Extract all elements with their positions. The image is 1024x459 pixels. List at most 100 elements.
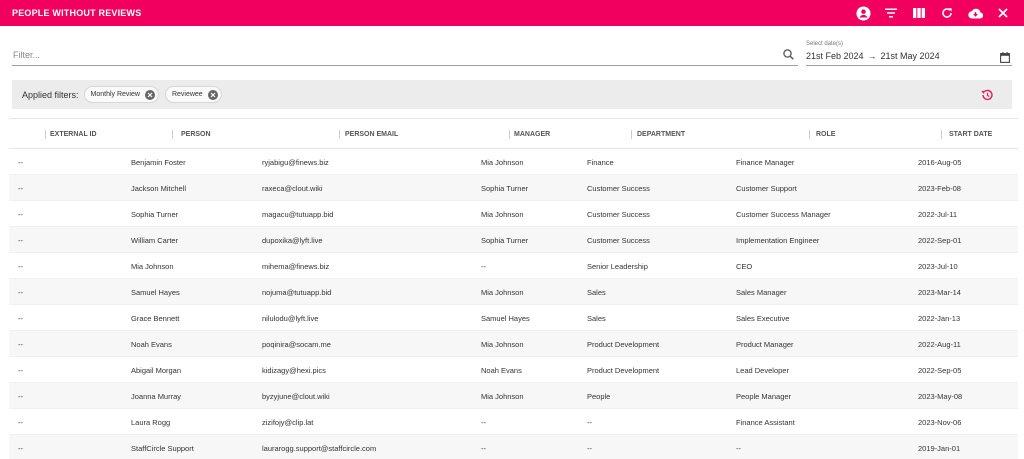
table-row[interactable]: -- Samuel Hayes nojuma@tutuapp.bid Mia John… [9,279,1018,305]
table-row[interactable]: -- Abigail Morgan kidizagy@hexi.pics Noah E… [9,357,1018,383]
filter-chip-label: Monthly Review [90,91,140,98]
column-separator[interactable] [339,130,340,139]
reset-filters-button[interactable] [980,88,994,102]
cell-person: Joanna Murray [131,392,182,401]
cell-person: Laura Rogg [131,418,171,427]
cell-external-id: -- [18,366,23,375]
close-icon [998,8,1008,18]
table-row[interactable]: -- Jackson Mitchell raxeca@clout.wiki Sophi… [9,175,1018,201]
column-separator[interactable] [941,130,942,139]
cloud-download-icon [967,8,983,19]
cell-external-id: -- [18,392,23,401]
cell-manager: Mia Johnson [481,340,524,349]
close-icon [210,92,216,97]
cell-department: Customer Success [587,236,650,245]
table-row[interactable]: -- Laura Rogg zizifojy@clip.lat -- -- Finance… [9,409,1018,435]
cell-role: Product Manager [736,340,794,349]
download-button[interactable] [966,4,984,22]
cell-role: Finance Assistant [736,418,795,427]
column-header-start-date[interactable]: START DATE [949,131,992,138]
table-row[interactable]: -- Mia Johnson mihema@finews.biz -- Senior L… [9,253,1018,279]
cell-email: ryjabigu@finews.biz [262,158,329,167]
cell-email: mihema@finews.biz [262,262,330,271]
cell-department: Sales [587,314,606,323]
columns-button[interactable] [910,4,928,22]
columns-icon [913,8,925,18]
column-header-person[interactable]: PERSON [181,131,211,138]
cell-department: -- [587,444,592,453]
filter-chip-reviewee[interactable]: Reviewee [164,86,222,103]
calendar-icon [1000,52,1010,63]
cell-external-id: -- [18,444,23,453]
column-separator[interactable] [509,130,510,139]
search-button[interactable] [780,47,796,63]
column-separator[interactable] [631,130,632,139]
table-row[interactable]: -- Grace Bennett nilulodu@lyft.live Samuel … [9,305,1018,331]
cell-start-date: 2016-Aug-05 [918,158,962,167]
filter-chip-monthly-review[interactable]: Monthly Review [83,86,159,103]
filter-chip-label: Reviewee [171,91,203,98]
filter-field [12,44,798,66]
date-range-picker[interactable]: Select date(s) 21st Feb 2024 → 21st May … [806,40,1012,66]
cell-department: People [587,392,611,401]
column-separator[interactable] [809,130,810,139]
cell-manager: Mia Johnson [481,210,524,219]
cell-role: Sales Manager [736,288,787,297]
table-row[interactable]: -- Noah Evans poqinira@socam.me Mia Johnson… [9,331,1018,357]
cell-manager: Noah Evans [481,366,522,375]
cell-role: Customer Success Manager [736,210,831,219]
table-row[interactable]: -- William Carter dupoxika@lyft.live Sophia… [9,227,1018,253]
filter-button[interactable] [882,4,900,22]
cell-person: Grace Bennett [131,314,180,323]
cell-department: Finance [587,158,614,167]
column-header-role[interactable]: ROLE [816,131,835,138]
table-row[interactable]: -- Joanna Murray byzyjune@clout.wiki Mia Jo… [9,383,1018,409]
calendar-button[interactable] [1000,50,1012,63]
date-range-label: Select date(s) [806,41,844,47]
cell-person: StaffCircle Support [131,444,194,453]
refresh-button[interactable] [938,4,956,22]
cell-external-id: -- [18,288,23,297]
user-button[interactable] [854,4,872,22]
cell-manager: -- [481,262,486,271]
cell-person: William Carter [131,236,179,245]
cell-role: -- [736,444,741,453]
cell-person: Benjamin Foster [131,158,186,167]
cell-start-date: 2023-Feb-08 [918,184,961,193]
cell-department: Sales [587,288,606,297]
column-header-department[interactable]: DEPARTMENT [637,131,685,138]
column-header-person-email[interactable]: PERSON EMAIL [345,131,398,138]
cell-department: Product Development [587,366,660,375]
cell-manager: Sophia Turner [481,184,529,193]
cell-start-date: 2022-Sep-01 [918,236,962,245]
close-button[interactable] [994,4,1012,22]
page-title: PEOPLE WITHOUT REVIEWS [12,8,142,18]
remove-filter-button[interactable] [207,89,218,100]
column-header-manager[interactable]: MANAGER [514,131,550,138]
cell-start-date: 2022-Jan-13 [918,314,961,323]
table-row[interactable]: -- Benjamin Foster ryjabigu@finews.biz Mia … [9,149,1018,175]
cell-manager: Sophia Turner [481,236,529,245]
cell-email: raxeca@clout.wiki [262,184,323,193]
applied-filters-label: Applied filters: [22,89,79,100]
cell-role: Implementation Engineer [736,236,820,245]
cell-external-id: -- [18,158,23,167]
cell-start-date: 2023-Jul-10 [918,262,958,271]
cell-start-date: 2023-Mar-14 [918,288,961,297]
people-table: EXTERNAL ID PERSON PERSON EMAIL MANAGER … [9,118,1018,459]
table-row[interactable]: -- Sophia Turner magacu@tutuapp.bid Mia Joh… [9,201,1018,227]
table-row[interactable]: -- StaffCircle Support laurarogg.support@s… [9,435,1018,459]
cell-manager: Mia Johnson [481,158,524,167]
column-separator[interactable] [172,130,173,139]
filter-input[interactable] [12,44,780,65]
cell-manager: Mia Johnson [481,288,524,297]
cell-email: nilulodu@lyft.live [262,314,319,323]
user-icon [855,5,871,21]
top-bar: PEOPLE WITHOUT REVIEWS [0,0,1024,26]
date-start: 21st Feb 2024 [806,51,864,61]
cell-email: laurarogg.support@staffcircle.com [262,444,377,453]
remove-filter-button[interactable] [144,89,155,100]
cell-manager: -- [481,418,486,427]
column-header-external-id[interactable]: EXTERNAL ID [50,131,97,138]
column-separator[interactable] [45,130,46,139]
